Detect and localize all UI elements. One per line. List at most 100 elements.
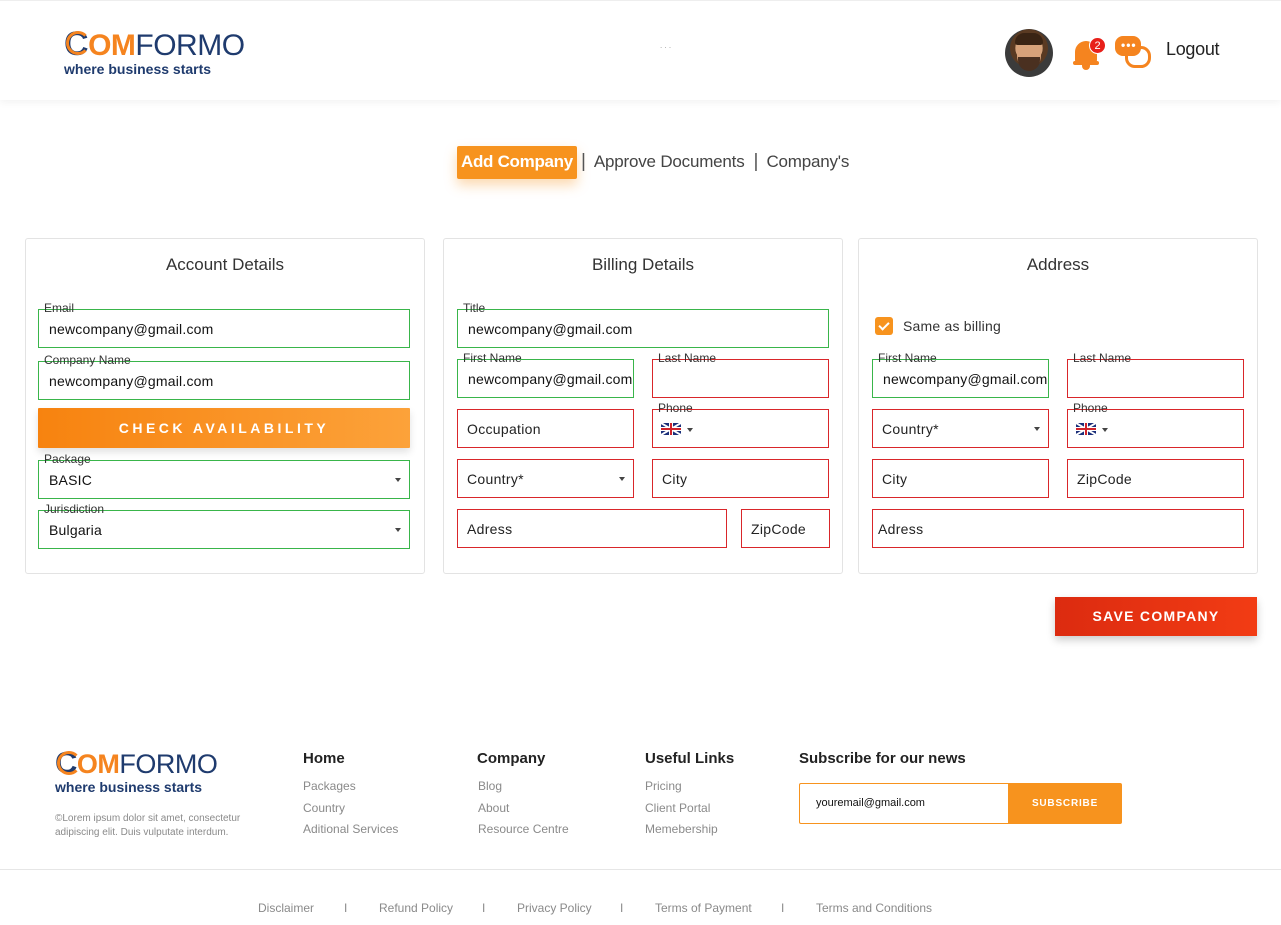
subscribe-title: Subscribe for our news bbox=[799, 750, 966, 767]
field-label: Phone bbox=[1073, 401, 1108, 415]
footer-col-home: Home Packages Country Aditional Services bbox=[303, 750, 398, 841]
billing-address-field[interactable]: Adress bbox=[457, 509, 727, 548]
company-name-field[interactable]: Company Name newcompany@gmail.com bbox=[38, 354, 410, 400]
uk-flag-icon[interactable] bbox=[661, 423, 681, 435]
footer-link-blog[interactable]: Blog bbox=[477, 776, 569, 798]
logo-wordmark: COMFORMO bbox=[55, 745, 218, 780]
avatar-hair bbox=[1015, 33, 1043, 45]
field-value: newcompany@gmail.com bbox=[49, 373, 214, 389]
footer-col-useful-links: Useful Links Pricing Client Portal Memeb… bbox=[645, 750, 734, 841]
tab-bar: Add Company | Approve Documents | Compan… bbox=[457, 145, 849, 179]
field-placeholder: Country* bbox=[882, 421, 939, 437]
field-placeholder: Adress bbox=[467, 521, 513, 537]
tab-add-company[interactable]: Add Company bbox=[457, 145, 577, 179]
uk-flag-icon[interactable] bbox=[1076, 423, 1096, 435]
field-placeholder: ZipCode bbox=[1077, 471, 1133, 487]
footer-col-title: Home bbox=[303, 750, 345, 767]
subscribe-button[interactable]: SUBSCRIBE bbox=[1008, 783, 1122, 824]
footer-link-pricing[interactable]: Pricing bbox=[645, 776, 734, 798]
footer-link-resource-centre[interactable]: Resource Centre bbox=[477, 819, 569, 841]
field-placeholder: City bbox=[882, 471, 908, 487]
chevron-down-icon[interactable] bbox=[1102, 428, 1108, 432]
billing-zipcode-field[interactable]: ZipCode bbox=[741, 509, 830, 548]
billing-city-field[interactable]: City bbox=[652, 459, 829, 498]
footer-link-packages[interactable]: Packages bbox=[303, 776, 398, 798]
billing-details-card: Billing Details Title newcompany@gmail.c… bbox=[443, 238, 843, 574]
email-field[interactable]: Email newcompany@gmail.com bbox=[38, 302, 410, 348]
logo-c: C bbox=[55, 745, 77, 780]
chevron-down-icon[interactable] bbox=[687, 428, 693, 432]
billing-country-select[interactable]: Country* bbox=[457, 459, 634, 498]
field-placeholder: Country* bbox=[467, 471, 524, 487]
check-availability-button[interactable]: CHECK AVAILABILITY bbox=[38, 408, 410, 448]
field-label: Title bbox=[463, 301, 486, 315]
occupation-field[interactable]: Occupation bbox=[457, 409, 634, 448]
billing-last-name-field[interactable]: Last Name bbox=[652, 352, 829, 398]
header-spacer-dots: . . . bbox=[660, 41, 672, 50]
legal-link-terms-of-payment[interactable]: Terms of Payment bbox=[655, 901, 752, 915]
address-address-field[interactable]: Adress bbox=[872, 509, 1244, 548]
header: COMFORMO where business starts . . . 2 •… bbox=[0, 0, 1281, 100]
jurisdiction-select[interactable]: Jurisdiction Bulgaria bbox=[38, 503, 410, 549]
card-title: Billing Details bbox=[591, 255, 695, 274]
subscribe-email-input[interactable]: youremail@gmail.com bbox=[799, 783, 1009, 824]
save-company-button[interactable]: SAVE COMPANY bbox=[1055, 597, 1257, 636]
tab-separator: | bbox=[753, 151, 759, 172]
legal-link-privacy-policy[interactable]: Privacy Policy bbox=[517, 901, 592, 915]
field-label: Last Name bbox=[658, 351, 717, 365]
logo-formo: FORMO bbox=[119, 749, 218, 779]
footer-link-additional-services[interactable]: Aditional Services bbox=[303, 819, 398, 841]
field-placeholder: Adress bbox=[878, 521, 924, 537]
field-label: Package bbox=[44, 452, 91, 466]
tab-approve-documents[interactable]: Approve Documents bbox=[594, 152, 745, 172]
copyright-text: ©Lorem ipsum dolor sit amet, consectetur… bbox=[55, 813, 241, 838]
billing-title-field[interactable]: Title newcompany@gmail.com bbox=[457, 302, 829, 348]
field-value: Bulgaria bbox=[49, 522, 102, 538]
same-as-billing-checkbox[interactable]: Same as billing bbox=[875, 317, 1001, 335]
address-zipcode-field[interactable]: ZipCode bbox=[1067, 459, 1244, 498]
logo-c: C bbox=[64, 25, 89, 63]
field-label: First Name bbox=[878, 351, 937, 365]
legal-separator: I bbox=[620, 901, 624, 915]
tab-companies[interactable]: Company's bbox=[766, 152, 849, 172]
checkbox-checked-icon[interactable] bbox=[875, 317, 893, 335]
footer-logo[interactable]: COMFORMO where business starts bbox=[55, 745, 218, 795]
chat-icon[interactable]: ••• bbox=[1115, 36, 1153, 72]
chat-dots: ••• bbox=[1121, 38, 1137, 52]
field-value: newcompany@gmail.com bbox=[468, 321, 633, 337]
footer-divider bbox=[0, 869, 1281, 870]
legal-link-disclaimer[interactable]: Disclaimer bbox=[258, 901, 314, 915]
tab-separator: | bbox=[580, 151, 586, 172]
address-first-name-field[interactable]: First Name newcompany@gmail.com bbox=[872, 352, 1049, 398]
field-label: Email bbox=[44, 301, 75, 315]
legal-link-terms-and-conditions[interactable]: Terms and Conditions bbox=[816, 901, 932, 915]
footer-link-membership[interactable]: Memebership bbox=[645, 819, 734, 841]
package-select[interactable]: Package BASIC bbox=[38, 453, 410, 499]
billing-first-name-field[interactable]: First Name newcompany@gmail.com bbox=[457, 352, 634, 398]
logout-link[interactable]: Logout bbox=[1166, 39, 1220, 60]
legal-link-refund-policy[interactable]: Refund Policy bbox=[379, 901, 453, 915]
chevron-down-icon bbox=[395, 478, 401, 482]
card-title: Account Details bbox=[165, 255, 285, 274]
field-value: newcompany@gmail.com bbox=[468, 371, 633, 387]
billing-phone-field[interactable]: Phone bbox=[652, 402, 829, 448]
address-last-name-field[interactable]: Last Name bbox=[1067, 352, 1244, 398]
avatar-beard bbox=[1018, 57, 1040, 71]
avatar[interactable] bbox=[1005, 29, 1053, 77]
footer-col-company: Company Blog About Resource Centre bbox=[477, 750, 569, 841]
header-logo[interactable]: COMFORMO where business starts bbox=[64, 27, 245, 77]
logo-om: OM bbox=[76, 749, 120, 779]
field-label: Last Name bbox=[1073, 351, 1132, 365]
address-phone-field[interactable]: Phone bbox=[1067, 402, 1244, 448]
account-details-card: Account Details Email newcompany@gmail.c… bbox=[25, 238, 425, 574]
footer-link-about[interactable]: About bbox=[477, 798, 569, 820]
logo-formo: FORMO bbox=[135, 29, 245, 62]
address-city-field[interactable]: City bbox=[872, 459, 1049, 498]
address-country-select[interactable]: Country* bbox=[872, 409, 1049, 448]
footer-col-title: Company bbox=[477, 750, 546, 767]
footer-link-client-portal[interactable]: Client Portal bbox=[645, 798, 734, 820]
notification-badge: 2 bbox=[1089, 37, 1106, 54]
logo-wordmark: COMFORMO bbox=[64, 27, 245, 62]
footer-link-country[interactable]: Country bbox=[303, 798, 398, 820]
chevron-down-icon bbox=[1034, 427, 1040, 431]
